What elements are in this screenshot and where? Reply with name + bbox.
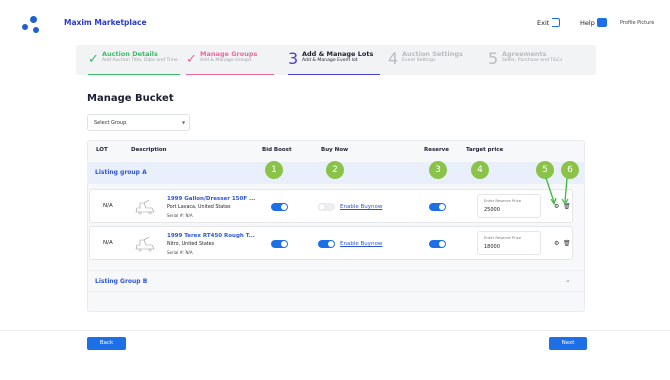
top-bar: Maxim Marketplace Exit Help Profile Pict… <box>0 0 670 48</box>
exit-link[interactable]: Exit <box>537 19 549 27</box>
col-header-reserve: Reserve <box>424 147 449 153</box>
lot-serial: Serial #: N/A <box>167 213 193 218</box>
group-select[interactable]: Select Group ▼ <box>87 114 190 131</box>
step-number: 3 <box>288 49 299 68</box>
step-title: Agreements <box>502 50 547 58</box>
lot-title-link[interactable]: 1999 Gallon/Dresser 150F ... <box>167 196 255 202</box>
step-subtitle: Add Auction Title, Date and Time <box>102 58 178 63</box>
step-subtitle: Add & Manage Event lot <box>302 58 358 63</box>
step-number: 5 <box>488 49 499 68</box>
help-chat-icon[interactable] <box>597 18 607 27</box>
lot-number: N/A <box>103 203 113 209</box>
step-title: Add & Manage Lots <box>302 50 374 58</box>
col-header-lot: LOT <box>96 147 108 153</box>
step-title: Auction Settings <box>402 50 463 58</box>
col-header-target-price: Target price <box>466 147 504 153</box>
exit-icon[interactable] <box>552 18 560 27</box>
help-link[interactable]: Help <box>580 19 595 27</box>
lot-serial: Serial #: N/A <box>167 250 193 255</box>
bid-boost-toggle[interactable] <box>271 240 288 248</box>
reserve-price-value: 25000 <box>484 207 500 213</box>
checkmark-icon: ✓ <box>88 52 99 67</box>
lot-thumbnail-image[interactable] <box>134 198 156 215</box>
col-header-description: Description <box>131 147 167 153</box>
reserve-price-label: Enter Reserve Price <box>484 235 522 240</box>
bid-boost-toggle[interactable] <box>271 203 288 211</box>
back-button[interactable]: Back <box>87 337 126 350</box>
page-title: Manage Bucket <box>87 93 174 104</box>
table-row: N/A 1999 Gallon/Dresser 150F ... Port La… <box>89 189 573 223</box>
reserve-price-field[interactable]: Enter Reserve Price 18000 <box>477 231 541 255</box>
step-subtitle: Event Settings <box>402 58 436 63</box>
checkmark-icon: ✓ <box>186 52 197 67</box>
step-3[interactable]: 3 Add & Manage Lots Add & Manage Event lot <box>288 45 380 75</box>
step-5[interactable]: 5 Agreements Seller, Purchase and T&Cs <box>488 45 580 75</box>
trash-icon[interactable]: 🗑 <box>563 240 571 247</box>
gear-icon[interactable]: ⚙ <box>554 240 559 247</box>
reserve-price-field[interactable]: Enter Reserve Price 25000 <box>477 194 541 218</box>
buy-now-toggle[interactable] <box>318 203 335 211</box>
wizard-stepper: ✓ Auction Details Add Auction Title, Date … <box>76 45 596 75</box>
step-4[interactable]: 4 Auction Settings Event Settings <box>388 45 480 75</box>
step-1[interactable]: ✓ Auction Details Add Auction Title, Date … <box>88 45 180 75</box>
chevron-down-icon: ▼ <box>182 120 186 125</box>
buy-now-toggle[interactable] <box>318 240 335 248</box>
lot-number: N/A <box>103 240 113 246</box>
step-subtitle: Add & Manage Groups <box>200 58 252 63</box>
callout-badge: 3 <box>429 161 447 179</box>
callout-badge: 4 <box>471 161 489 179</box>
reserve-price-label: Enter Reserve Price <box>484 198 522 203</box>
step-title: Manage Groups <box>200 50 258 58</box>
lot-title-link[interactable]: 1999 Terex RT450 Rough T... <box>167 233 255 239</box>
step-subtitle: Seller, Purchase and T&Cs <box>502 58 563 63</box>
enable-buynow-link[interactable]: Enable Buynow <box>340 241 382 247</box>
col-header-buy-now: Buy Now <box>321 147 349 153</box>
step-progress-bar <box>288 73 380 75</box>
chevron-down-icon[interactable]: ⌄ <box>565 276 571 284</box>
group-name: Listing group A <box>95 169 147 176</box>
step-number: 4 <box>388 49 399 68</box>
callout-badge: 2 <box>326 161 344 179</box>
reserve-price-value: 18000 <box>484 244 500 250</box>
step-2[interactable]: ✓ Manage Groups Add & Manage Groups <box>186 45 274 75</box>
reserve-toggle[interactable] <box>429 203 446 211</box>
col-header-bid-boost: Bid Boost <box>262 147 292 153</box>
group-name: Listing Group B <box>95 278 148 285</box>
step-progress-bar <box>186 73 274 75</box>
group-select-value: Select Group <box>94 120 127 126</box>
lot-location: Nitro, United States <box>167 242 215 247</box>
lot-thumbnail-image[interactable] <box>134 235 156 252</box>
callout-badge: 1 <box>265 161 283 179</box>
profile-picture[interactable]: Profile Picture <box>620 20 654 26</box>
table-row: N/A 1999 Terex RT450 Rough T... Nitro, U… <box>89 226 573 260</box>
step-progress-bar <box>88 73 180 75</box>
group-header-b[interactable]: Listing Group B ⌄ <box>87 270 585 292</box>
reserve-toggle[interactable] <box>429 240 446 248</box>
enable-buynow-link[interactable]: Enable Buynow <box>340 204 382 210</box>
lot-location: Port Lavaca, United States <box>167 205 231 210</box>
brand-logo-icon[interactable] <box>22 16 46 34</box>
callout-arrow-icon <box>545 177 569 206</box>
brand-name[interactable]: Maxim Marketplace <box>64 18 147 27</box>
next-button[interactable]: Next <box>549 337 587 350</box>
step-title: Auction Details <box>102 50 158 58</box>
